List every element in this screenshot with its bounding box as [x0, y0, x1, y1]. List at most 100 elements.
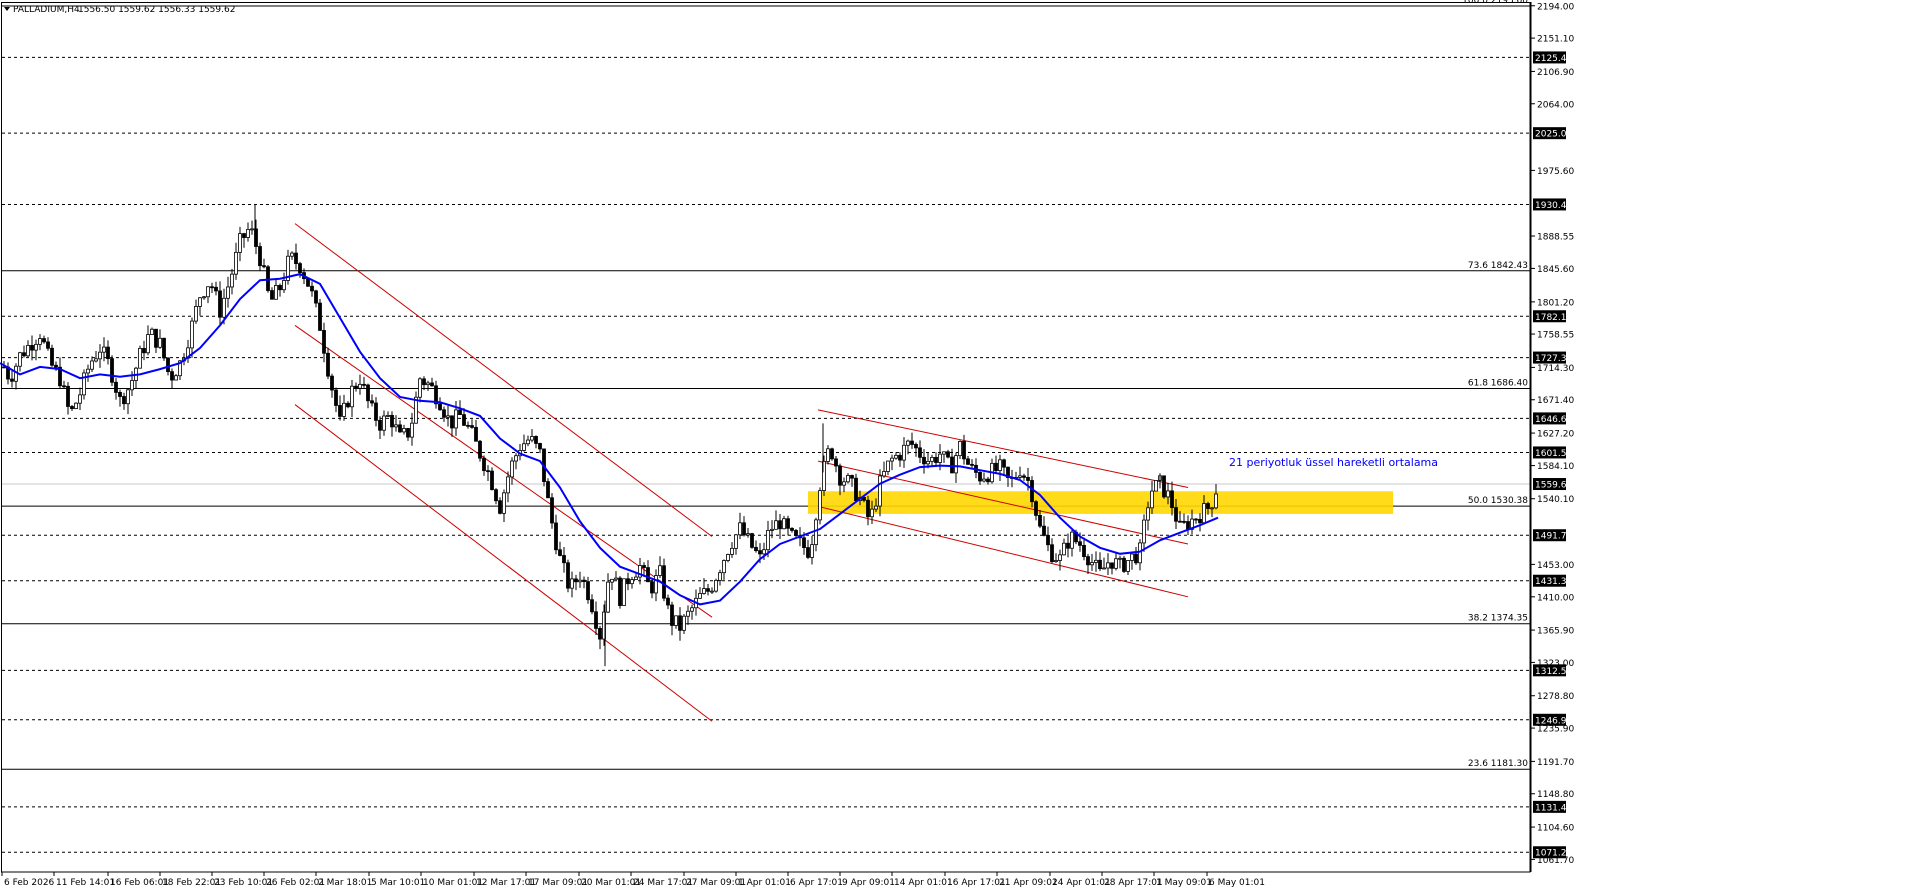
svg-text:1491.70: 1491.70	[1535, 532, 1572, 542]
fibonacci-label: 38.2 1374.35	[1468, 614, 1528, 624]
candle	[750, 532, 754, 549]
candle	[854, 473, 858, 502]
time-tick-label: 21 Apr 09:01	[999, 878, 1058, 888]
price-level-tag[interactable]: 1646.65	[1533, 412, 1572, 425]
price-tick-label: 1584.10	[1537, 462, 1574, 472]
price-level-tag[interactable]: 1559.62	[1533, 478, 1572, 491]
price-level-tag[interactable]: 1131.40	[1533, 800, 1572, 814]
price-tick-label: 1758.55	[1537, 331, 1574, 341]
candle	[110, 355, 114, 387]
price-tick-label: 1801.20	[1537, 298, 1574, 308]
chart-header: PALLADIUM,H4 1556.50 1559.62 1556.33 155…	[4, 5, 235, 15]
time-tick-label: 23 Feb 10:01	[214, 878, 273, 888]
time-tick-label: 6 Feb 2026	[4, 878, 55, 888]
candle	[1122, 555, 1126, 574]
price-level-tag[interactable]: 1727.35	[1533, 351, 1572, 365]
time-tick-label: 16 Apr 17:01	[947, 878, 1006, 888]
price-level-tag[interactable]: 1246.90	[1533, 713, 1572, 727]
price-level-tag[interactable]: 1071.20	[1533, 846, 1572, 859]
time-tick-label: 2 Mar 18:01	[318, 878, 372, 888]
svg-text:1727.35: 1727.35	[1535, 354, 1572, 364]
time-tick-label: 17 Mar 09:01	[528, 878, 588, 888]
time-tick-label: 9 Apr 09:01	[842, 878, 895, 888]
candle	[50, 344, 54, 367]
price-tick-label: 1104.60	[1537, 824, 1574, 834]
price-tick-label: 1148.80	[1537, 790, 1574, 800]
time-tick-label: 14 Apr 01:01	[894, 878, 953, 888]
candle	[618, 576, 622, 609]
price-level-tag[interactable]: 1782.15	[1533, 310, 1572, 323]
price-tick-label: 1278.80	[1537, 692, 1574, 702]
candle	[622, 578, 626, 606]
candle	[794, 529, 798, 537]
fibonacci-label: 50.0 1530.38	[1468, 496, 1528, 506]
price-tick-label: 2064.00	[1537, 100, 1574, 110]
svg-text:1431.35: 1431.35	[1535, 577, 1572, 587]
price-tick-label: 1627.20	[1537, 430, 1574, 440]
time-tick-label: 18 Feb 22:01	[162, 878, 221, 888]
candle	[162, 337, 166, 361]
price-level-tag[interactable]: 1930.45	[1533, 198, 1572, 211]
fibonacci-label: 100.0 2193.60	[1462, 0, 1528, 6]
svg-text:1071.20: 1071.20	[1535, 849, 1572, 859]
price-tick-label: 1540.10	[1537, 495, 1574, 505]
price-tick-label: 2151.10	[1537, 35, 1574, 45]
price-tick-label: 1365.90	[1537, 627, 1574, 637]
price-level-tag[interactable]: 1312.50	[1533, 664, 1572, 677]
fibonacci-label: 61.8 1686.40	[1468, 378, 1528, 388]
time-tick-label: 11 Feb 14:01	[56, 878, 115, 888]
price-level-tag[interactable]: 1431.35	[1533, 574, 1572, 588]
svg-text:1559.62: 1559.62	[1535, 481, 1572, 491]
price-tick-label: 1975.60	[1537, 167, 1574, 177]
price-level-tag[interactable]: 1601.50	[1533, 446, 1572, 459]
price-level-tag[interactable]: 1491.70	[1533, 529, 1572, 542]
price-tick-label: 1671.40	[1537, 396, 1574, 406]
candle	[490, 467, 494, 491]
candle	[478, 439, 482, 462]
time-tick-label: 1 May 09:01	[1156, 878, 1212, 888]
candle	[138, 345, 142, 369]
time-tick-label: 28 Apr 17:01	[1104, 878, 1163, 888]
time-tick-label: 24 Mar 17:01	[633, 878, 693, 888]
svg-text:2125.45: 2125.45	[1535, 54, 1572, 64]
symbol-title: PALLADIUM,H4	[13, 5, 80, 15]
fibonacci-label: 73.6 1842.43	[1468, 261, 1528, 271]
candle	[82, 369, 86, 400]
candle	[566, 559, 570, 593]
price-tick-label: 1888.55	[1537, 233, 1574, 243]
time-tick-label: 10 Mar 01:01	[423, 878, 483, 888]
time-tick-label: 6 May 01:01	[1209, 878, 1265, 888]
svg-text:1646.65: 1646.65	[1535, 415, 1572, 425]
candle	[1154, 480, 1158, 492]
time-tick-label: 1 Apr 01:01	[738, 878, 791, 888]
yellow-zone-rect[interactable]	[808, 491, 1393, 514]
time-tick-label: 26 Feb 02:01	[266, 878, 325, 888]
ohlc-values: 1556.50 1559.62 1556.33 1559.62	[78, 5, 235, 15]
svg-text:1782.15: 1782.15	[1535, 313, 1572, 323]
candle	[1162, 475, 1166, 499]
price-level-tag[interactable]: 2125.45	[1533, 51, 1572, 64]
candle	[74, 402, 78, 410]
svg-text:1930.45: 1930.45	[1535, 201, 1572, 211]
price-tick-label: 2194.00	[1537, 2, 1574, 12]
time-tick-label: 24 Apr 01:01	[1052, 878, 1111, 888]
time-tick-label: 16 Feb 06:01	[110, 878, 169, 888]
price-tick-label: 1714.30	[1537, 364, 1574, 374]
svg-text:1246.90: 1246.90	[1535, 716, 1572, 726]
fibonacci-label: 23.6 1181.30	[1468, 759, 1528, 769]
svg-text:2025.00: 2025.00	[1535, 130, 1572, 140]
price-tick-label: 2106.90	[1537, 68, 1574, 78]
price-tick-label: 1845.60	[1537, 265, 1574, 275]
support-resistance-zone[interactable]	[808, 491, 1393, 514]
price-level-tag[interactable]: 2025.00	[1533, 127, 1572, 140]
price-chart[interactable]: 100.0 2193.60 73.6 1842.43 61.8 1686.40 50.…	[0, 0, 1916, 888]
candle	[818, 487, 822, 525]
svg-text:1312.50: 1312.50	[1535, 667, 1572, 677]
candle	[318, 298, 322, 331]
svg-text:1601.50: 1601.50	[1535, 449, 1572, 459]
price-tick-label: 1410.00	[1537, 593, 1574, 603]
price-tick-label: 1191.70	[1537, 758, 1574, 768]
time-tick-label: 6 Apr 17:01	[790, 878, 843, 888]
candle	[830, 447, 834, 461]
candle	[714, 578, 718, 593]
